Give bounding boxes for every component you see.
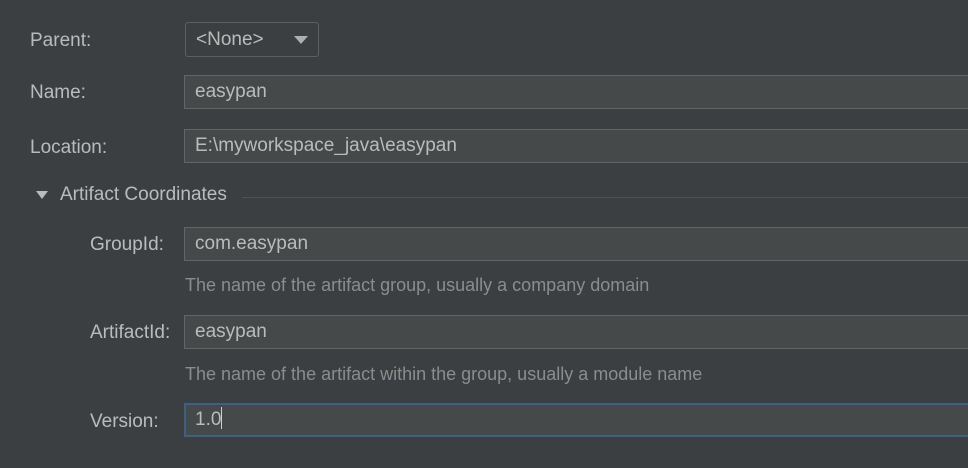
- version-value: 1.0: [195, 409, 222, 430]
- name-label: Name:: [30, 82, 86, 103]
- artifactid-hint: The name of the artifact within the grou…: [185, 364, 703, 384]
- location-label: Location:: [30, 137, 108, 158]
- location-field[interactable]: E:\myworkspace_java\easypan: [184, 129, 968, 163]
- triangle-down-icon: [36, 191, 48, 199]
- version-label: Version:: [90, 411, 159, 432]
- text-caret: [221, 407, 223, 429]
- parent-label: Parent:: [30, 30, 92, 51]
- groupid-label: GroupId:: [90, 234, 164, 255]
- artifact-coordinates-toggle[interactable]: Artifact Coordinates: [36, 184, 227, 206]
- parent-dropdown-value: <None>: [196, 29, 264, 50]
- chevron-down-icon: [294, 36, 308, 44]
- version-field[interactable]: 1.0: [184, 403, 968, 437]
- new-project-form: Parent: <None> Name: easypan Location: E…: [0, 0, 968, 468]
- name-field[interactable]: easypan: [184, 75, 968, 109]
- artifactid-field[interactable]: easypan: [184, 315, 968, 349]
- groupid-field[interactable]: com.easypan: [184, 227, 968, 261]
- artifact-coordinates-title: Artifact Coordinates: [60, 184, 227, 205]
- groupid-hint: The name of the artifact group, usually …: [185, 275, 650, 295]
- parent-dropdown[interactable]: <None>: [185, 22, 319, 57]
- artifactid-label: ArtifactId:: [90, 322, 171, 343]
- section-divider: [242, 197, 968, 198]
